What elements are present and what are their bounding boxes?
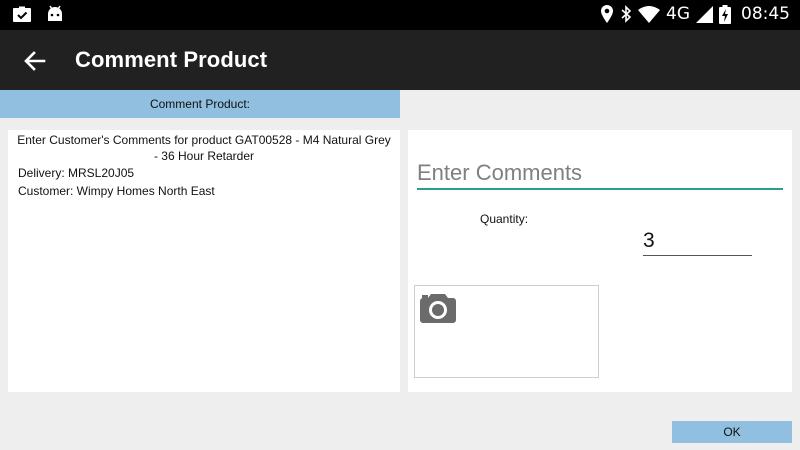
section-header: Comment Product: bbox=[0, 90, 400, 118]
quantity-label: Quantity: bbox=[480, 212, 529, 226]
back-button[interactable] bbox=[22, 48, 48, 74]
battery-charging-icon bbox=[719, 4, 731, 24]
app-bar: Comment Product bbox=[0, 30, 800, 90]
product-description: Enter Customer's Comments for product GA… bbox=[17, 133, 391, 163]
delivery-info: Delivery: MRSL20J05 bbox=[18, 166, 135, 180]
customer-info: Customer: Wimpy Homes North East bbox=[18, 184, 215, 198]
comment-form-panel: Quantity: bbox=[408, 130, 792, 392]
system-icons: 4G 08:45 bbox=[600, 4, 790, 24]
briefcase-check-icon bbox=[13, 5, 31, 22]
quantity-input[interactable] bbox=[643, 227, 752, 256]
android-icon bbox=[48, 5, 62, 21]
notification-icons bbox=[12, 5, 64, 23]
bluetooth-icon bbox=[621, 5, 632, 23]
network-type: 4G bbox=[666, 4, 690, 24]
comments-input[interactable] bbox=[417, 158, 783, 190]
ok-button[interactable]: OK bbox=[672, 421, 792, 443]
clock: 08:45 bbox=[741, 4, 790, 24]
product-info-panel: Enter Customer's Comments for product GA… bbox=[8, 130, 400, 392]
signal-icon bbox=[696, 5, 713, 23]
wifi-icon bbox=[638, 5, 660, 23]
camera-icon bbox=[420, 294, 456, 323]
arrow-back-icon bbox=[24, 51, 46, 71]
status-bar: 4G 08:45 bbox=[0, 0, 800, 30]
photo-attachment-box[interactable] bbox=[414, 285, 599, 378]
page-title: Comment Product bbox=[75, 47, 268, 72]
location-icon bbox=[601, 5, 613, 23]
